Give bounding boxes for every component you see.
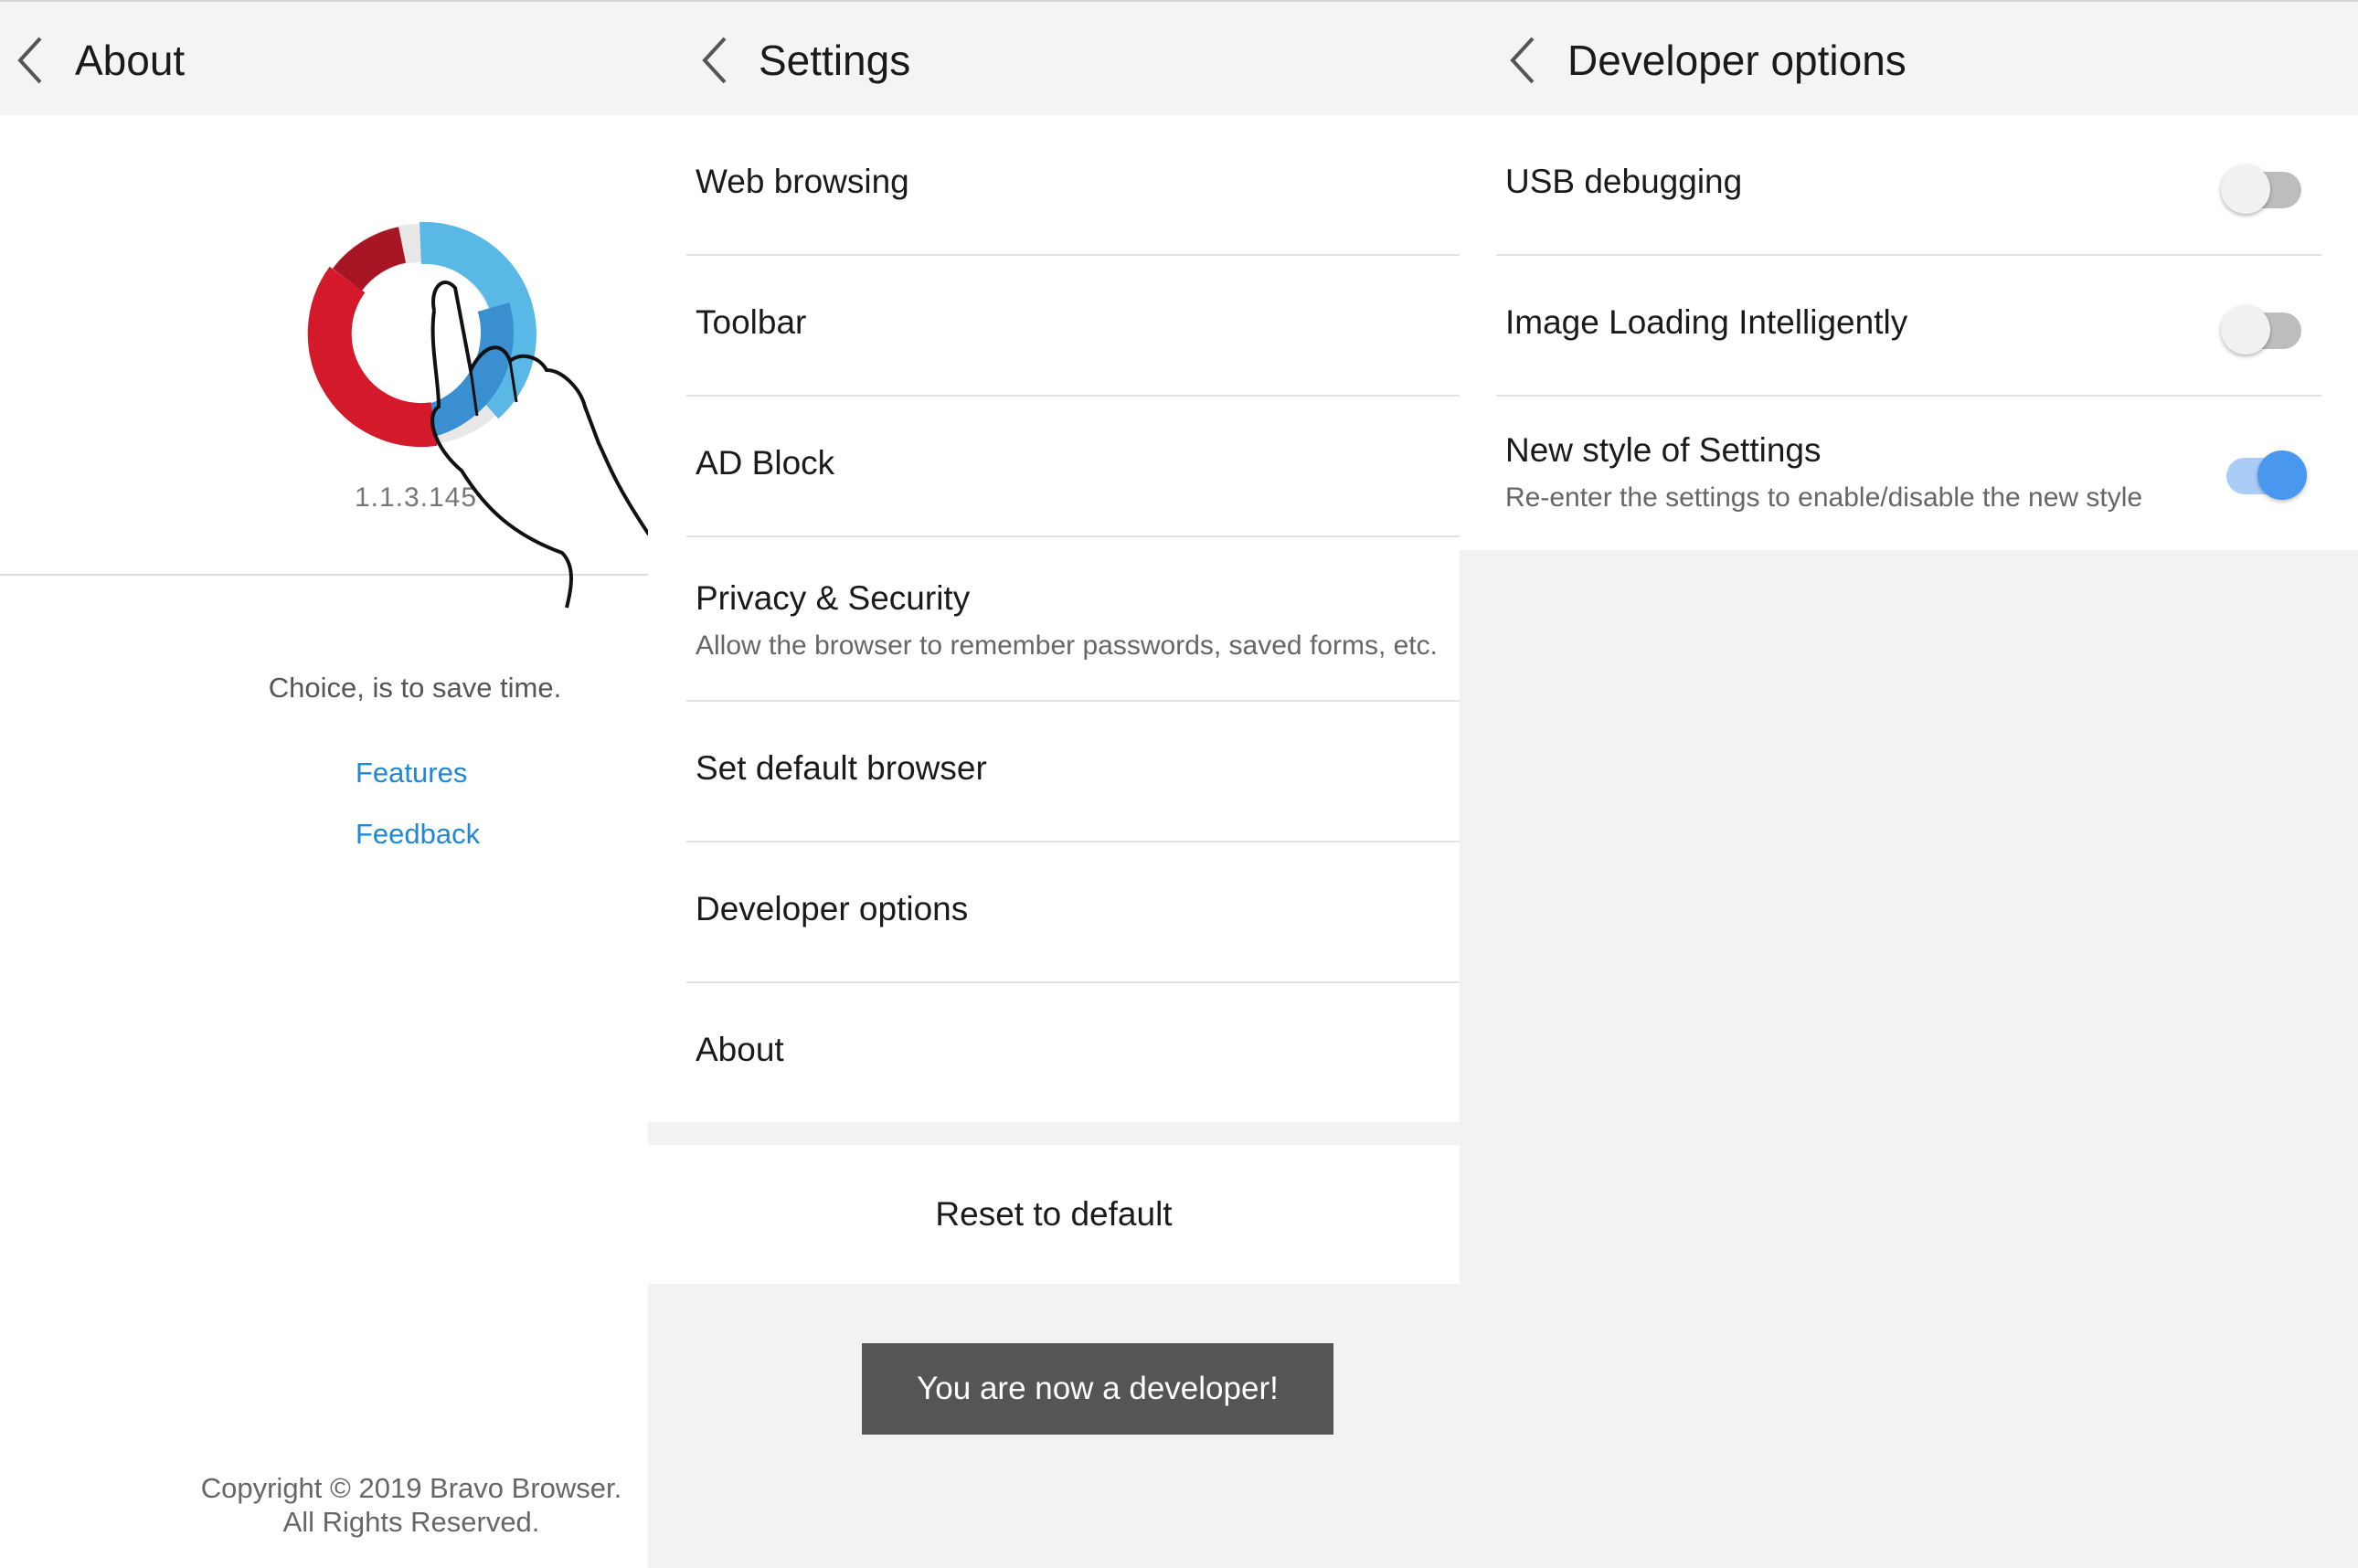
about-panel: About 1.1.3.145 Choice, is to save time.… [0,0,648,1568]
settings-item-web-browsing[interactable]: Web browsing [686,115,1460,256]
page-title: Developer options [1567,37,1907,84]
developer-toast: You are now a developer! [862,1343,1333,1435]
settings-item-ad-block[interactable]: AD Block [686,397,1460,537]
toggle-thumb [2257,450,2307,500]
item-description: Allow the browser to remember passwords,… [696,630,1438,661]
item-label: Web browsing [696,163,909,200]
item-label: Toolbar [696,303,807,341]
usb-debugging-toggle[interactable] [2221,152,2307,217]
item-label: AD Block [696,444,835,482]
settings-item-about[interactable]: About [686,983,1460,1122]
dev-item-new-style-settings: New style of Settings Re-enter the setti… [1496,397,2321,550]
settings-item-privacy-security[interactable]: Privacy & Security Allow the browser to … [686,537,1460,702]
developer-options-list: USB debugging Image Loading Intelligentl… [1460,115,2358,550]
page-title: Settings [759,37,911,84]
copyright-line-2: All Rights Reserved. [282,1506,540,1538]
item-label: Image Loading Intelligently [1505,303,1908,341]
item-label: Developer options [696,890,969,927]
item-label: New style of Settings [1505,431,1822,469]
tagline: Choice, is to save time. [268,672,562,704]
settings-item-developer-options[interactable]: Developer options [686,842,1460,983]
item-label: Set default browser [696,749,987,787]
toggle-thumb [2221,305,2270,355]
developer-header: Developer options [1460,0,2358,117]
settings-item-default-browser[interactable]: Set default browser [686,702,1460,842]
settings-list: Web browsing Toolbar AD Block Privacy & … [648,115,1460,1122]
features-link[interactable]: Features [356,757,467,789]
back-chevron-icon[interactable] [15,33,48,88]
feedback-link[interactable]: Feedback [356,818,480,851]
image-loading-toggle[interactable] [2221,292,2307,358]
hand-pointer-icon [430,281,648,609]
copyright: Copyright © 2019 Bravo Browser. All Righ… [0,1471,648,1539]
back-chevron-icon[interactable] [699,33,732,88]
dev-item-image-loading: Image Loading Intelligently [1496,256,2321,397]
item-label: USB debugging [1505,163,1743,200]
settings-item-toolbar[interactable]: Toolbar [686,256,1460,397]
item-label: Privacy & Security [696,579,971,617]
item-description: Re-enter the settings to enable/disable … [1505,482,2143,513]
back-chevron-icon[interactable] [1507,33,1540,88]
about-header: About [0,0,648,117]
copyright-line-1: Copyright © 2019 Bravo Browser. [200,1472,622,1504]
settings-panel: Settings Web browsing Toolbar AD Block P… [648,0,1460,1568]
new-style-settings-toggle[interactable] [2221,438,2307,503]
page-title: About [75,37,186,84]
developer-options-panel: Developer options USB debugging Image Lo… [1460,0,2358,1568]
settings-header: Settings [648,0,1460,117]
item-label: About [696,1031,784,1068]
toggle-thumb [2221,164,2270,214]
reset-to-default-button[interactable]: Reset to default [648,1145,1460,1284]
dev-item-usb-debugging: USB debugging [1496,115,2321,256]
